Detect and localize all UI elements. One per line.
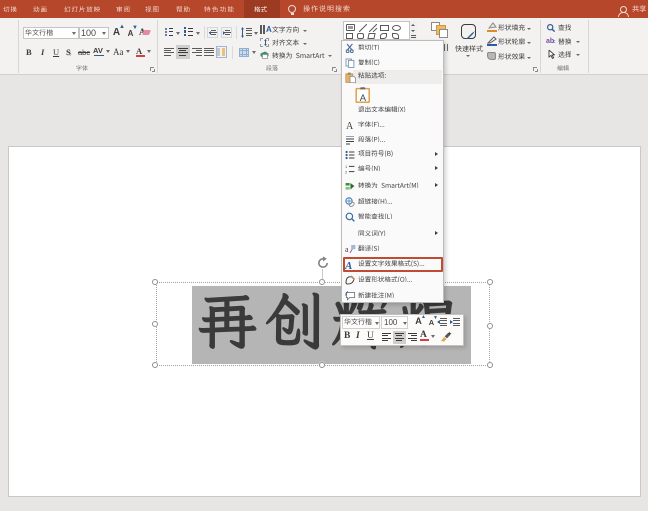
svg-text:a: a [345,245,349,254]
svg-text:A: A [345,260,352,270]
svg-text:1: 1 [345,164,348,169]
svg-text:2: 2 [345,169,348,174]
svg-text:A: A [346,121,354,130]
svg-text:A: A [360,93,367,103]
